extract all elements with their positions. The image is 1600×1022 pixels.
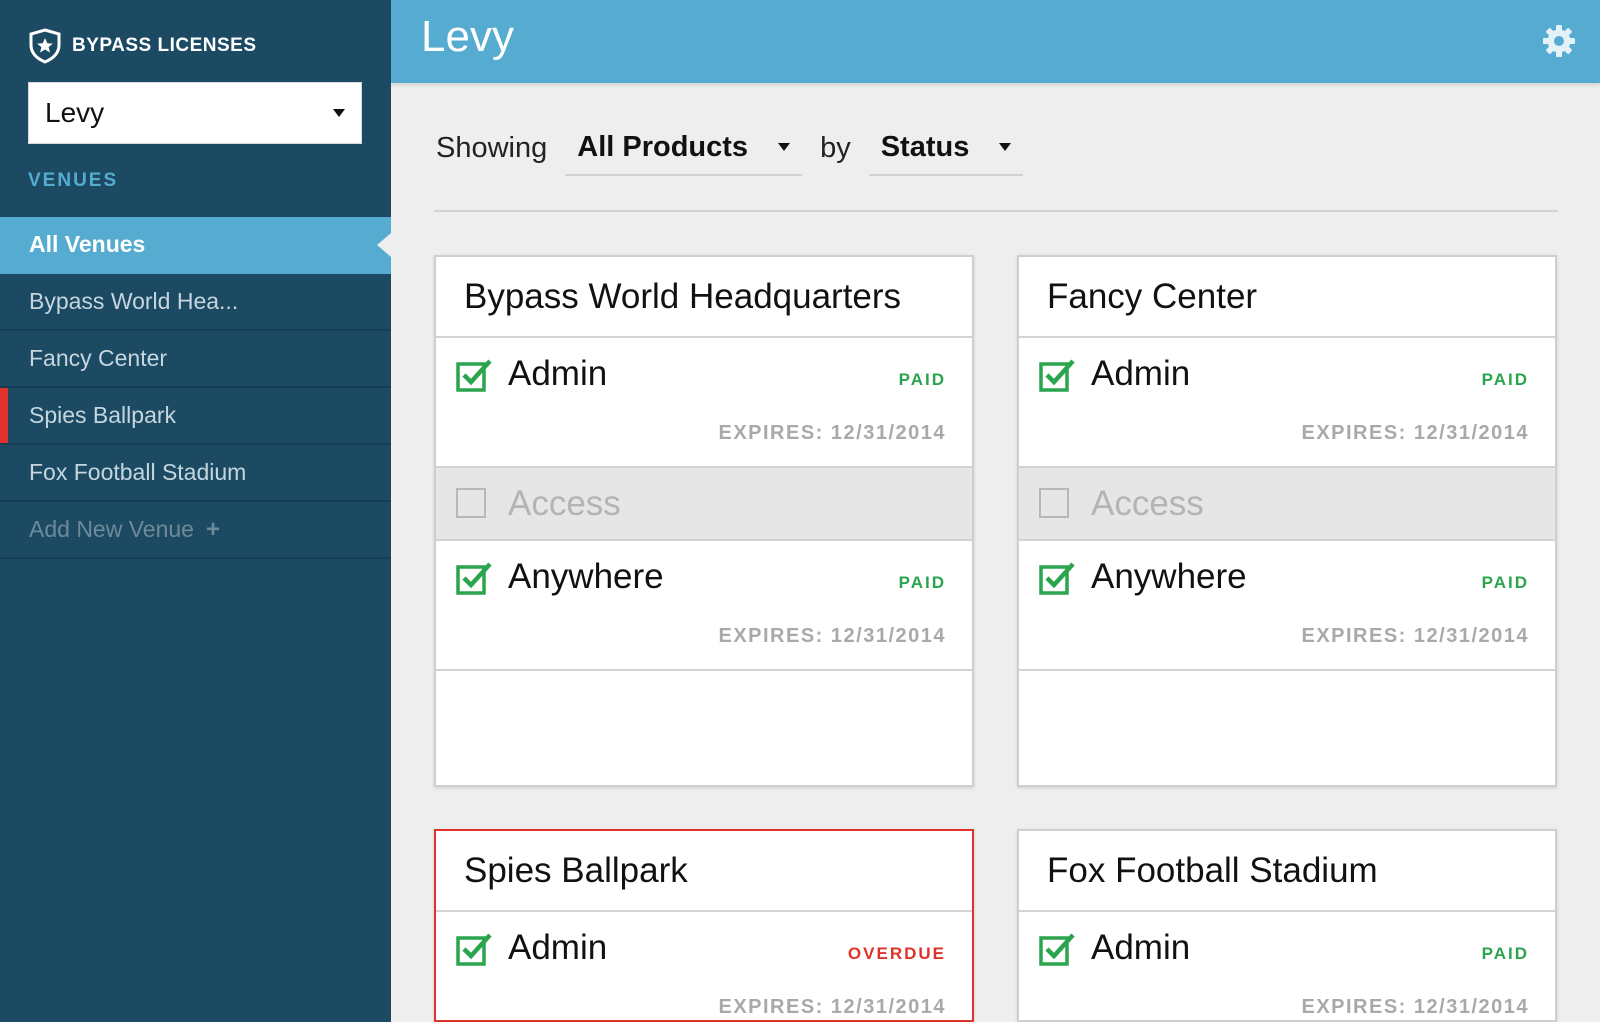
card-footer (436, 671, 972, 785)
status-badge: PAID (898, 573, 946, 592)
divider (434, 210, 1558, 212)
venue-card-title: Bypass World Headquarters (436, 257, 972, 338)
product-filter-dropdown[interactable]: All Products (565, 120, 803, 176)
venue-card: Fancy Center Admin PAID EXPIRES: 12/31/2… (1017, 255, 1557, 787)
sidebar-item-label: Fancy Center (29, 345, 168, 371)
license-name: Admin (1091, 354, 1191, 393)
brand-name: BYPASS LICENSES (72, 35, 257, 56)
top-header: Levy (391, 0, 1600, 83)
sidebar-item-all-venues[interactable]: All Venues (0, 217, 391, 274)
brand[interactable]: BYPASS LICENSES (28, 26, 257, 66)
license-name: Access (1091, 484, 1204, 523)
by-label: by (820, 131, 851, 164)
license-row: Admin PAID EXPIRES: 12/31/2014 (1019, 338, 1555, 468)
sidebar-item-label: Spies Ballpark (29, 402, 177, 428)
venue-card-title: Spies Ballpark (436, 831, 972, 912)
checkbox-checked-icon[interactable] (456, 358, 492, 394)
status-badge: PAID (1481, 944, 1529, 963)
sidebar: BYPASS LICENSES Levy VENUES All Venues B… (0, 0, 391, 1022)
license-row: Admin PAID EXPIRES: 12/31/2014 (1019, 912, 1555, 1020)
venue-card: Fox Football Stadium Admin PAID EXPIRES:… (1017, 829, 1557, 1022)
status-badge: OVERDUE (847, 944, 946, 963)
product-filter-value: All Products (577, 130, 749, 163)
sidebar-item-label: All Venues (29, 231, 146, 257)
add-new-venue-label: Add New Venue (29, 516, 194, 542)
caret-down-icon (999, 143, 1012, 151)
license-row: Anywhere PAID EXPIRES: 12/31/2014 (1019, 541, 1555, 671)
checkbox-checked-icon[interactable] (456, 932, 492, 968)
license-row: Anywhere PAID EXPIRES: 12/31/2014 (436, 541, 972, 671)
venue-card: Spies Ballpark Admin OVERDUE EXPIRES: 12… (434, 829, 974, 1022)
expiration-date: EXPIRES: 12/31/2014 (718, 625, 946, 647)
license-row: Access (436, 468, 972, 541)
expiration-date: EXPIRES: 12/31/2014 (1301, 422, 1529, 444)
sidebar-item-label: Fox Football Stadium (29, 459, 247, 485)
venue-card-title: Fancy Center (1019, 257, 1555, 338)
checkbox-unchecked-icon[interactable] (1039, 488, 1069, 518)
license-name: Admin (508, 354, 608, 393)
checkbox-checked-icon[interactable] (456, 561, 492, 597)
gear-icon[interactable] (1542, 24, 1576, 58)
organization-select[interactable]: Levy (28, 82, 362, 144)
group-by-dropdown[interactable]: Status (868, 120, 1024, 176)
sidebar-item-fancy-center[interactable]: Fancy Center (0, 331, 391, 388)
card-footer (1019, 671, 1555, 785)
plus-icon: + (205, 515, 220, 543)
expiration-date: EXPIRES: 12/31/2014 (1301, 996, 1529, 1018)
caret-down-icon (778, 143, 791, 151)
sidebar-item-spies-ballpark[interactable]: Spies Ballpark (0, 388, 391, 445)
sidebar-item-bypass-world-headquarters[interactable]: Bypass World Hea... (0, 274, 391, 331)
checkbox-checked-icon[interactable] (1039, 358, 1075, 394)
expiration-date: EXPIRES: 12/31/2014 (718, 996, 946, 1018)
license-row: Access (1019, 468, 1555, 541)
license-row: Admin PAID EXPIRES: 12/31/2014 (436, 338, 972, 468)
showing-label: Showing (436, 131, 548, 164)
license-name: Admin (508, 928, 608, 967)
caret-down-icon (333, 109, 345, 117)
status-badge: PAID (1481, 370, 1529, 389)
checkbox-unchecked-icon[interactable] (456, 488, 486, 518)
organization-select-value: Levy (45, 97, 105, 128)
status-badge: PAID (898, 370, 946, 389)
license-row: Admin OVERDUE EXPIRES: 12/31/2014 (436, 912, 972, 1020)
expiration-date: EXPIRES: 12/31/2014 (1301, 625, 1529, 647)
license-name: Anywhere (508, 557, 664, 596)
sidebar-item-label: Bypass World Hea... (29, 288, 239, 314)
add-new-venue-button[interactable]: Add New Venue + (0, 502, 391, 559)
expiration-date: EXPIRES: 12/31/2014 (718, 422, 946, 444)
venue-card: Bypass World Headquarters Admin PAID EXP… (434, 255, 974, 787)
sidebar-item-fox-football-stadium[interactable]: Fox Football Stadium (0, 445, 391, 502)
license-name: Admin (1091, 928, 1191, 967)
status-badge: PAID (1481, 573, 1529, 592)
license-name: Anywhere (1091, 557, 1247, 596)
group-by-value: Status (880, 130, 970, 163)
venue-card-title: Fox Football Stadium (1019, 831, 1555, 912)
checkbox-checked-icon[interactable] (1039, 932, 1075, 968)
shield-star-icon (29, 28, 61, 64)
page-title: Levy (421, 12, 514, 61)
venue-nav: All Venues Bypass World Hea... Fancy Cen… (0, 217, 391, 559)
venues-section-label: VENUES (28, 170, 119, 191)
checkbox-checked-icon[interactable] (1039, 561, 1075, 597)
license-name: Access (508, 484, 621, 523)
filter-bar: Showing All Products by Status (436, 120, 1041, 176)
